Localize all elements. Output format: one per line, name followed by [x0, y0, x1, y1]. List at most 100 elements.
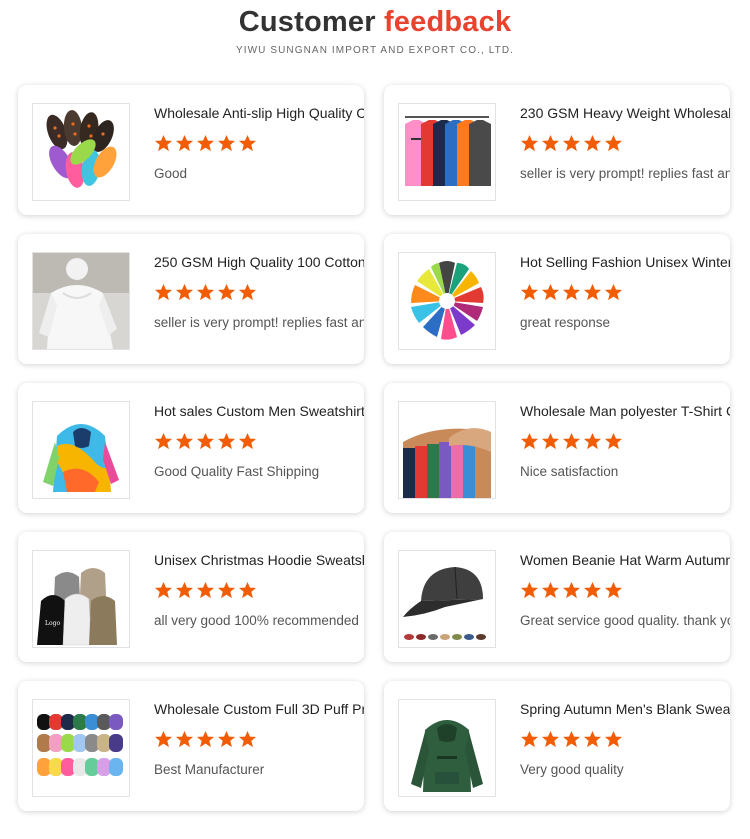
star-icon — [238, 283, 257, 302]
star-icon — [562, 581, 581, 600]
star-rating — [154, 730, 259, 750]
feedback-card[interactable]: Wholesale Man polyester T-Shirt Custom N… — [384, 383, 730, 513]
star-rating — [520, 283, 625, 303]
star-icon — [520, 730, 539, 749]
review-comment: Good Quality Fast Shipping — [154, 464, 320, 479]
star-icon — [217, 581, 236, 600]
star-icon — [541, 134, 560, 153]
star-icon — [217, 730, 236, 749]
review-comment: Nice satisfaction — [520, 464, 619, 479]
product-title[interactable]: Spring Autumn Men's Blank Sweatshirt — [520, 701, 730, 717]
star-icon — [541, 283, 560, 302]
star-rating — [154, 134, 259, 154]
product-image-green-hoodie[interactable] — [398, 699, 496, 797]
product-image-folded-tshirts[interactable] — [398, 401, 496, 499]
star-icon — [175, 134, 194, 153]
star-icon — [154, 581, 173, 600]
feedback-card[interactable]: Women Beanie Hat Warm Autumn Winter Grea… — [384, 532, 730, 662]
product-title[interactable]: Women Beanie Hat Warm Autumn Winter — [520, 552, 730, 568]
star-rating — [520, 730, 625, 750]
feedback-card[interactable]: 230 GSM Heavy Weight Wholesale Blank T-S… — [384, 85, 730, 215]
product-image-baseball-cap[interactable] — [398, 550, 496, 648]
page-title: Customer feedback — [0, 6, 750, 39]
star-icon — [562, 730, 581, 749]
star-rating — [154, 581, 259, 601]
star-icon — [583, 730, 602, 749]
star-icon — [217, 134, 236, 153]
review-comment: all very good 100% recommended — [154, 613, 359, 628]
star-icon — [604, 581, 623, 600]
svg-text:Logo: Logo — [45, 620, 60, 627]
star-icon — [604, 134, 623, 153]
product-image-logo-hoodies[interactable]: Logo — [32, 550, 130, 648]
star-icon — [196, 432, 215, 451]
product-title[interactable]: Wholesale Anti-slip High Quality Cotton … — [154, 105, 364, 121]
star-rating — [154, 283, 259, 303]
product-image-white-hoodie[interactable] — [32, 252, 130, 350]
star-icon — [520, 134, 539, 153]
product-image-socks[interactable] — [32, 103, 130, 201]
star-icon — [520, 283, 539, 302]
feedback-card[interactable]: Spring Autumn Men's Blank Sweatshirt Ver… — [384, 681, 730, 811]
company-subtitle: YIWU SUNGNAN IMPORT AND EXPORT CO., LTD. — [235, 45, 515, 56]
star-icon — [238, 581, 257, 600]
star-icon — [175, 730, 194, 749]
star-icon — [583, 581, 602, 600]
star-icon — [217, 283, 236, 302]
star-icon — [217, 432, 236, 451]
star-icon — [562, 432, 581, 451]
review-comment: Good — [154, 166, 188, 181]
product-title[interactable]: Hot sales Custom Men Sweatshirt Hoodies — [154, 403, 364, 419]
product-title[interactable]: Unisex Christmas Hoodie Sweatshirt — [154, 552, 364, 568]
star-icon — [520, 432, 539, 451]
star-icon — [175, 581, 194, 600]
star-icon — [562, 134, 581, 153]
feedback-card[interactable]: Wholesale Custom Full 3D Puff Print Hood… — [18, 681, 364, 811]
star-icon — [604, 730, 623, 749]
title-main: Customer — [238, 6, 376, 38]
star-icon — [541, 432, 560, 451]
star-icon — [196, 134, 215, 153]
review-comment: great response — [520, 315, 611, 330]
star-icon — [583, 283, 602, 302]
star-icon — [541, 730, 560, 749]
feedback-card[interactable]: Hot sales Custom Men Sweatshirt Hoodies … — [18, 383, 364, 513]
star-icon — [238, 432, 257, 451]
star-icon — [583, 432, 602, 451]
star-icon — [562, 283, 581, 302]
star-icon — [541, 581, 560, 600]
feedback-card[interactable]: 250 GSM High Quality 100 Cotton Hoodie s… — [18, 234, 364, 364]
feedback-card[interactable]: Logo Unisex Christmas Hoodie Sweatshirt … — [18, 532, 364, 662]
star-rating — [520, 581, 625, 601]
product-image-tie-dye-hoodie[interactable] — [32, 401, 130, 499]
review-comment: Great service good quality. thank you — [520, 613, 730, 628]
star-icon — [196, 283, 215, 302]
product-title[interactable]: 230 GSM Heavy Weight Wholesale Blank T-S… — [520, 105, 730, 121]
star-icon — [604, 283, 623, 302]
product-image-beanies[interactable] — [398, 252, 496, 350]
star-rating — [520, 432, 625, 452]
star-icon — [196, 581, 215, 600]
review-comment: seller is very prompt! replies fast and … — [520, 166, 730, 181]
star-icon — [520, 581, 539, 600]
star-icon — [583, 134, 602, 153]
product-image-tshirts[interactable] — [398, 103, 496, 201]
product-title[interactable]: Wholesale Custom Full 3D Puff Print Hood… — [154, 701, 364, 717]
star-rating — [154, 432, 259, 452]
page-header: Customer feedback YIWU SUNGNAN IMPORT AN… — [0, 0, 750, 70]
feedback-card[interactable]: Wholesale Anti-slip High Quality Cotton … — [18, 85, 364, 215]
star-icon — [175, 432, 194, 451]
star-icon — [604, 432, 623, 451]
star-icon — [154, 283, 173, 302]
star-icon — [154, 432, 173, 451]
product-title[interactable]: 250 GSM High Quality 100 Cotton Hoodie — [154, 254, 364, 270]
review-comment: Best Manufacturer — [154, 762, 265, 777]
feedback-card[interactable]: Hot Selling Fashion Unisex Winter Beanie… — [384, 234, 730, 364]
product-title[interactable]: Hot Selling Fashion Unisex Winter Beanie — [520, 254, 730, 270]
review-comment: seller is very prompt! replies fast and … — [154, 315, 364, 330]
product-title[interactable]: Wholesale Man polyester T-Shirt Custom — [520, 403, 730, 419]
star-icon — [175, 283, 194, 302]
star-icon — [196, 730, 215, 749]
product-image-stacked-hoodies[interactable] — [32, 699, 130, 797]
review-comment: Very good quality — [520, 762, 624, 777]
